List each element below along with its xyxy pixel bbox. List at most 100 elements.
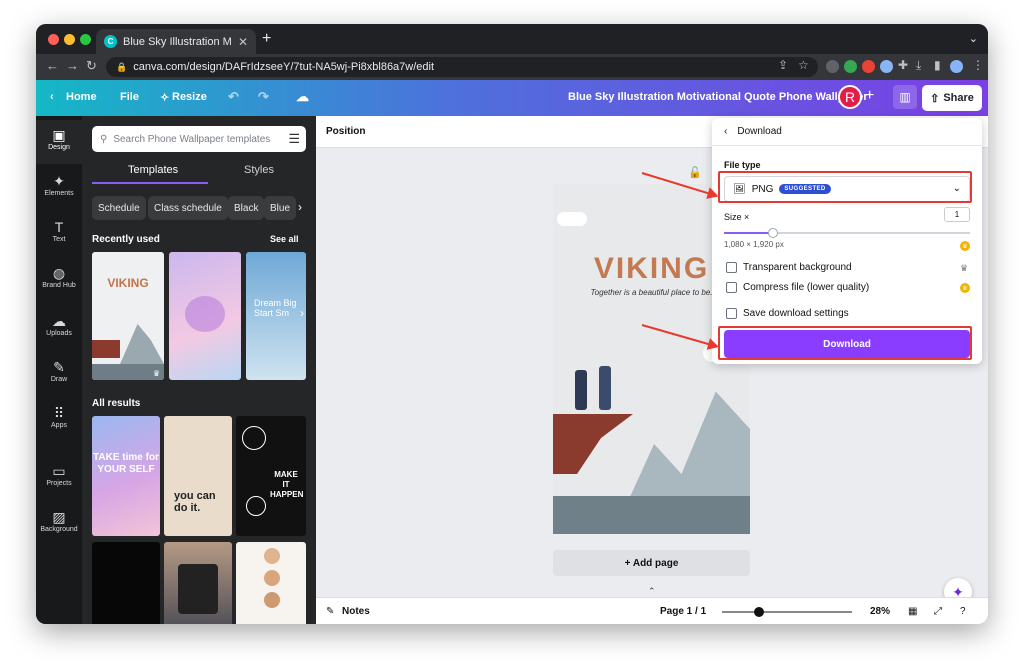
- avatar[interactable]: R: [838, 85, 862, 109]
- close-tab-icon[interactable]: ✕: [238, 35, 248, 49]
- tab-strip: C Blue Sky Illustration Motivatio ✕ + ⌄: [36, 24, 988, 54]
- filter-sliders-icon[interactable]: ☰: [288, 131, 300, 147]
- chips-next-chevron-icon[interactable]: ›: [298, 200, 302, 214]
- chip-class-schedule[interactable]: Class schedule: [148, 196, 228, 220]
- size-input[interactable]: 1: [944, 207, 970, 222]
- rail-item-label: Background: [40, 526, 78, 533]
- dimensions-text: 1,080 × 1,920 px: [724, 240, 784, 249]
- search-placeholder: Search Phone Wallpaper templates: [113, 133, 271, 145]
- side-panel-icon[interactable]: ▮: [934, 58, 941, 72]
- bottom-bar: ✎ Notes Page 1 / 1 28% ▦ ⤢ ?: [316, 597, 988, 624]
- zoom-slider[interactable]: [722, 611, 852, 613]
- carousel-next-icon[interactable]: ›: [300, 306, 304, 320]
- active-tab-indicator: [92, 182, 208, 184]
- insights-chart-icon[interactable]: ▥: [893, 85, 917, 109]
- share-button[interactable]: ⇧ Share: [922, 85, 982, 111]
- close-window-button[interactable]: [48, 34, 59, 45]
- template-thumb-viking[interactable]: VIKING ♛: [92, 252, 164, 380]
- lock-page-icon[interactable]: 🔓: [688, 166, 702, 179]
- size-slider-fill: [724, 232, 774, 234]
- file-type-label: File type: [724, 160, 761, 170]
- chip-black[interactable]: Black: [228, 196, 265, 220]
- projects-icon: ▭: [52, 463, 66, 479]
- template-search-input[interactable]: ⚲ Search Phone Wallpaper templates ☰: [92, 126, 306, 152]
- back-arrow-icon[interactable]: ←: [46, 58, 59, 73]
- page-indicator[interactable]: Page 1 / 1: [660, 606, 706, 617]
- position-button[interactable]: Position: [326, 126, 365, 137]
- back-chevron-icon[interactable]: ‹: [50, 91, 54, 103]
- profile-icon[interactable]: [950, 60, 963, 73]
- tab-search-chevron-icon[interactable]: ⌄: [969, 32, 978, 45]
- back-chevron-icon[interactable]: ‹: [724, 126, 727, 137]
- more-menu-icon[interactable]: ⋮: [972, 58, 984, 72]
- rail-item-text[interactable]: T Text: [36, 212, 82, 256]
- extension-icon[interactable]: [862, 60, 875, 73]
- help-icon[interactable]: ?: [960, 606, 966, 617]
- option-label: Save download settings: [743, 308, 849, 319]
- chip-schedule[interactable]: Schedule: [92, 196, 146, 220]
- address-bar[interactable]: 🔒 canva.com/design/DAFrIdzseeY/7tut-NA5w…: [106, 57, 818, 77]
- rail-item-draw[interactable]: ✎ Draw: [36, 352, 82, 396]
- extension-icon[interactable]: [880, 60, 893, 73]
- new-tab-button[interactable]: +: [262, 30, 271, 48]
- tab-title: Blue Sky Illustration Motivatio: [123, 35, 232, 48]
- rail-item-design[interactable]: ▣ Design: [36, 120, 82, 164]
- template-thumb-dream-big[interactable]: Dream Big Start Sm ›: [246, 252, 306, 380]
- minimize-window-button[interactable]: [64, 34, 75, 45]
- maximize-window-button[interactable]: [80, 34, 91, 45]
- save-settings-checkbox[interactable]: [726, 308, 737, 319]
- save-settings-option[interactable]: Save download settings: [726, 308, 849, 319]
- zoom-slider-handle[interactable]: [754, 607, 764, 617]
- uploads-icon: ☁: [52, 313, 66, 329]
- zoom-level[interactable]: 28%: [870, 606, 890, 617]
- grid-view-icon[interactable]: ▦: [908, 606, 917, 617]
- fullscreen-icon[interactable]: ⤢: [934, 606, 942, 617]
- chip-blue[interactable]: Blue: [264, 196, 297, 220]
- transparent-background-option[interactable]: Transparent background: [726, 262, 852, 273]
- add-page-button[interactable]: + Add page: [553, 550, 750, 576]
- compress-file-checkbox[interactable]: [726, 282, 737, 293]
- tab-styles[interactable]: Styles: [244, 164, 274, 176]
- template-thumb-moon-phases[interactable]: [236, 542, 306, 624]
- template-thumb-you-can[interactable]: you can do it.: [164, 416, 232, 536]
- file-menu-button[interactable]: File: [120, 91, 139, 103]
- document-title[interactable]: Blue Sky Illustration Motivational Quote…: [568, 91, 868, 103]
- download-button-highlight-box: [718, 326, 972, 360]
- forward-arrow-icon[interactable]: →: [66, 58, 79, 73]
- reload-icon[interactable]: ↻: [86, 58, 97, 74]
- rail-item-uploads[interactable]: ☁ Uploads: [36, 306, 82, 350]
- undo-icon[interactable]: ↶: [228, 89, 239, 105]
- tab-templates[interactable]: Templates: [128, 164, 178, 176]
- option-label: Transparent background: [743, 262, 852, 273]
- compress-file-option[interactable]: Compress file (lower quality): [726, 282, 869, 293]
- browser-tab[interactable]: C Blue Sky Illustration Motivatio ✕: [96, 29, 256, 54]
- rail-item-elements[interactable]: ✦ Elements: [36, 166, 82, 210]
- rail-item-brand-hub[interactable]: ◍ Brand Hub: [36, 258, 82, 302]
- rail-item-projects[interactable]: ▭ Projects: [36, 456, 82, 500]
- transparent-background-checkbox[interactable]: [726, 262, 737, 273]
- rail-item-apps[interactable]: ⠿ Apps: [36, 398, 82, 442]
- see-all-link[interactable]: See all: [270, 234, 299, 244]
- template-thumb-doodles[interactable]: MAKE IT HAPPEN: [236, 416, 306, 536]
- template-thumb-take-time[interactable]: TAKE time for YOUR SELF: [92, 416, 160, 536]
- extensions-puzzle-icon[interactable]: ✚: [898, 58, 908, 72]
- template-thumb-gradient[interactable]: [169, 252, 241, 380]
- notes-button[interactable]: Notes: [342, 606, 370, 617]
- extension-icon[interactable]: [826, 60, 839, 73]
- template-thumb-music-player[interactable]: [164, 542, 232, 624]
- bookmark-star-icon[interactable]: ☆: [798, 58, 809, 72]
- resize-button[interactable]: Resize: [172, 91, 207, 103]
- home-button[interactable]: Home: [66, 91, 97, 103]
- template-thumb-night-sky[interactable]: [92, 542, 160, 624]
- url-text: canva.com/design/DAFrIdzseeY/7tut-NA5wj-…: [133, 61, 435, 73]
- size-slider[interactable]: [724, 228, 970, 238]
- size-slider-handle[interactable]: [768, 228, 779, 238]
- show-pages-chevron-icon[interactable]: ⌃: [648, 586, 656, 597]
- extension-icon[interactable]: [844, 60, 857, 73]
- cloud-saved-icon[interactable]: ☁: [296, 89, 309, 105]
- redo-icon[interactable]: ↷: [258, 89, 269, 105]
- share-page-icon[interactable]: ⇪: [778, 58, 788, 72]
- rail-item-background[interactable]: ▨ Background: [36, 502, 82, 546]
- add-collaborator-plus-icon[interactable]: +: [865, 87, 874, 105]
- download-icon[interactable]: ⤓: [916, 58, 921, 73]
